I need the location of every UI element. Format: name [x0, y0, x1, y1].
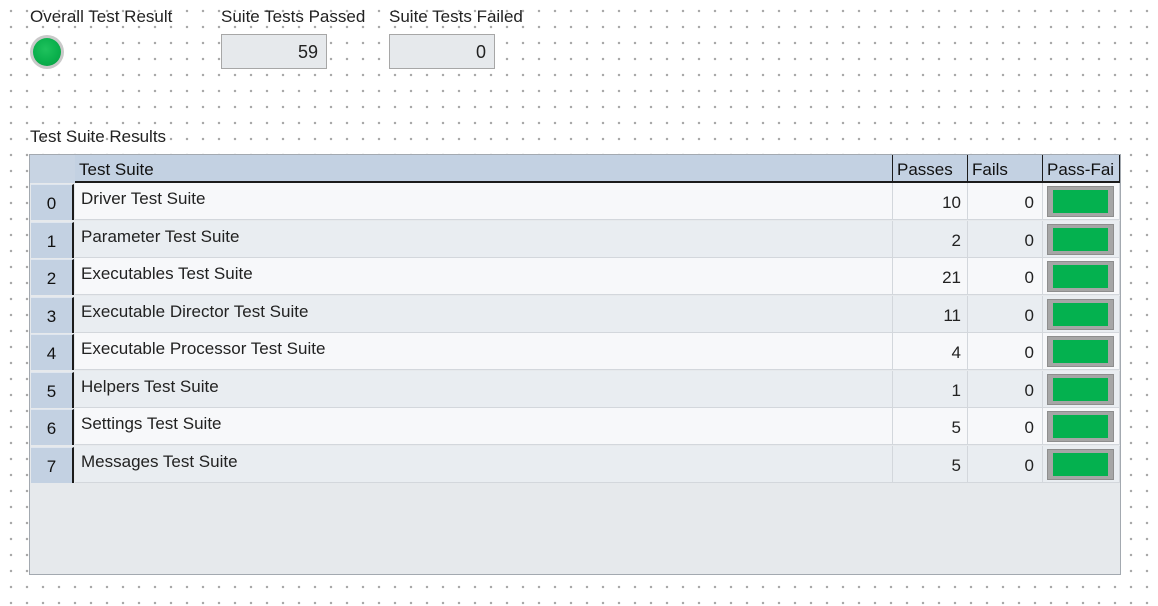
pass-fail-indicator	[1047, 374, 1114, 405]
table-row[interactable]: 6 Settings Test Suite 5 0	[30, 408, 1120, 445]
table-row[interactable]: 5 Helpers Test Suite 1 0	[30, 371, 1120, 408]
test-suite-name-cell[interactable]: Messages Test Suite	[75, 446, 893, 483]
row-index-header[interactable]: 7	[31, 447, 74, 483]
pass-indicator-fill	[1053, 415, 1108, 438]
passes-cell[interactable]: 11	[893, 296, 968, 333]
test-suite-results-label: Test Suite Results	[30, 127, 167, 146]
pass-fail-cell[interactable]	[1043, 183, 1120, 220]
suite-tests-passed-indicator: 59	[221, 34, 327, 69]
table-row[interactable]: 4 Executable Processor Test Suite 4 0	[30, 333, 1120, 370]
pass-fail-cell[interactable]	[1043, 258, 1120, 295]
passes-cell[interactable]: 21	[893, 258, 968, 295]
fails-cell[interactable]: 0	[968, 333, 1043, 370]
test-suite-name-cell[interactable]: Settings Test Suite	[75, 408, 893, 445]
led-light	[33, 38, 61, 66]
table-row[interactable]: 2 Executables Test Suite 21 0	[30, 258, 1120, 295]
row-index-header[interactable]: 4	[31, 334, 74, 370]
test-suite-name-cell[interactable]: Driver Test Suite	[75, 183, 893, 220]
table-row[interactable]: 1 Parameter Test Suite 2 0	[30, 221, 1120, 258]
passes-cell[interactable]: 5	[893, 446, 968, 483]
fails-cell[interactable]: 0	[968, 258, 1043, 295]
pass-fail-cell[interactable]	[1043, 221, 1120, 258]
row-index-header[interactable]: 1	[31, 222, 74, 258]
pass-indicator-fill	[1053, 453, 1108, 476]
suite-tests-failed-label: Suite Tests Failed	[389, 7, 523, 26]
table-corner	[30, 155, 75, 183]
pass-indicator-fill	[1053, 378, 1108, 401]
suite-tests-failed-indicator: 0	[389, 34, 495, 69]
pass-fail-cell[interactable]	[1043, 408, 1120, 445]
table-row[interactable]: 7 Messages Test Suite 5 0	[30, 446, 1120, 483]
test-suite-name-cell[interactable]: Parameter Test Suite	[75, 221, 893, 258]
fails-cell[interactable]: 0	[968, 183, 1043, 220]
column-header-fails[interactable]: Fails	[968, 155, 1043, 183]
passes-cell[interactable]: 5	[893, 408, 968, 445]
pass-indicator-fill	[1053, 228, 1108, 251]
pass-fail-indicator	[1047, 336, 1114, 367]
column-header-test-suite[interactable]: Test Suite	[75, 155, 893, 183]
row-index-header[interactable]: 2	[31, 259, 74, 295]
fails-cell[interactable]: 0	[968, 446, 1043, 483]
overall-result-led-indicator	[30, 35, 64, 69]
pass-fail-cell[interactable]	[1043, 446, 1120, 483]
table-row[interactable]: 0 Driver Test Suite 10 0	[30, 183, 1120, 220]
column-header-passes[interactable]: Passes	[893, 155, 968, 183]
pass-fail-indicator	[1047, 411, 1114, 442]
test-suite-name-cell[interactable]: Helpers Test Suite	[75, 371, 893, 408]
pass-fail-cell[interactable]	[1043, 333, 1120, 370]
row-index-header[interactable]: 6	[31, 409, 74, 445]
pass-fail-indicator	[1047, 299, 1114, 330]
pass-fail-cell[interactable]	[1043, 296, 1120, 333]
fails-cell[interactable]: 0	[968, 221, 1043, 258]
passes-cell[interactable]: 10	[893, 183, 968, 220]
fails-cell[interactable]: 0	[968, 371, 1043, 408]
pass-indicator-fill	[1053, 340, 1108, 363]
pass-fail-indicator	[1047, 261, 1114, 292]
test-suite-name-cell[interactable]: Executable Processor Test Suite	[75, 333, 893, 370]
row-index-header[interactable]: 5	[31, 372, 74, 408]
passes-cell[interactable]: 4	[893, 333, 968, 370]
fails-cell[interactable]: 0	[968, 408, 1043, 445]
overall-test-result-label: Overall Test Result	[30, 7, 173, 26]
passes-cell[interactable]: 2	[893, 221, 968, 258]
test-suite-name-cell[interactable]: Executables Test Suite	[75, 258, 893, 295]
pass-indicator-fill	[1053, 303, 1108, 326]
test-suite-name-cell[interactable]: Executable Director Test Suite	[75, 296, 893, 333]
row-index-header[interactable]: 0	[31, 184, 74, 220]
row-index-header[interactable]: 3	[31, 297, 74, 333]
fails-cell[interactable]: 0	[968, 296, 1043, 333]
pass-fail-cell[interactable]	[1043, 371, 1120, 408]
column-header-pass-fail[interactable]: Pass-Fai	[1043, 155, 1120, 183]
table-row[interactable]: 3 Executable Director Test Suite 11 0	[30, 296, 1120, 333]
passes-cell[interactable]: 1	[893, 371, 968, 408]
pass-fail-indicator	[1047, 224, 1114, 255]
test-suite-results-table[interactable]: Test Suite Passes Fails Pass-Fai 0 Driver…	[29, 154, 1121, 575]
pass-fail-indicator	[1047, 449, 1114, 480]
suite-tests-passed-label: Suite Tests Passed	[221, 7, 366, 26]
pass-fail-indicator	[1047, 186, 1114, 217]
pass-indicator-fill	[1053, 265, 1108, 288]
pass-indicator-fill	[1053, 190, 1108, 213]
